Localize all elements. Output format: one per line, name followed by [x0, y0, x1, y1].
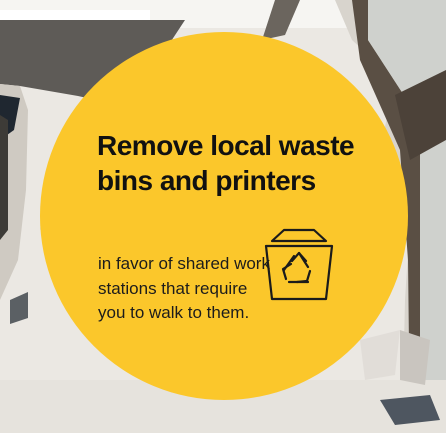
- recycling-bin-icon: [264, 228, 334, 301]
- card-title: Remove local waste bins and printers: [97, 130, 355, 196]
- slide: Remove local waste bins and printers in …: [0, 0, 446, 433]
- card-body: in favor of shared work stations that re…: [98, 254, 270, 322]
- tip-card: Remove local waste bins and printers in …: [0, 0, 446, 433]
